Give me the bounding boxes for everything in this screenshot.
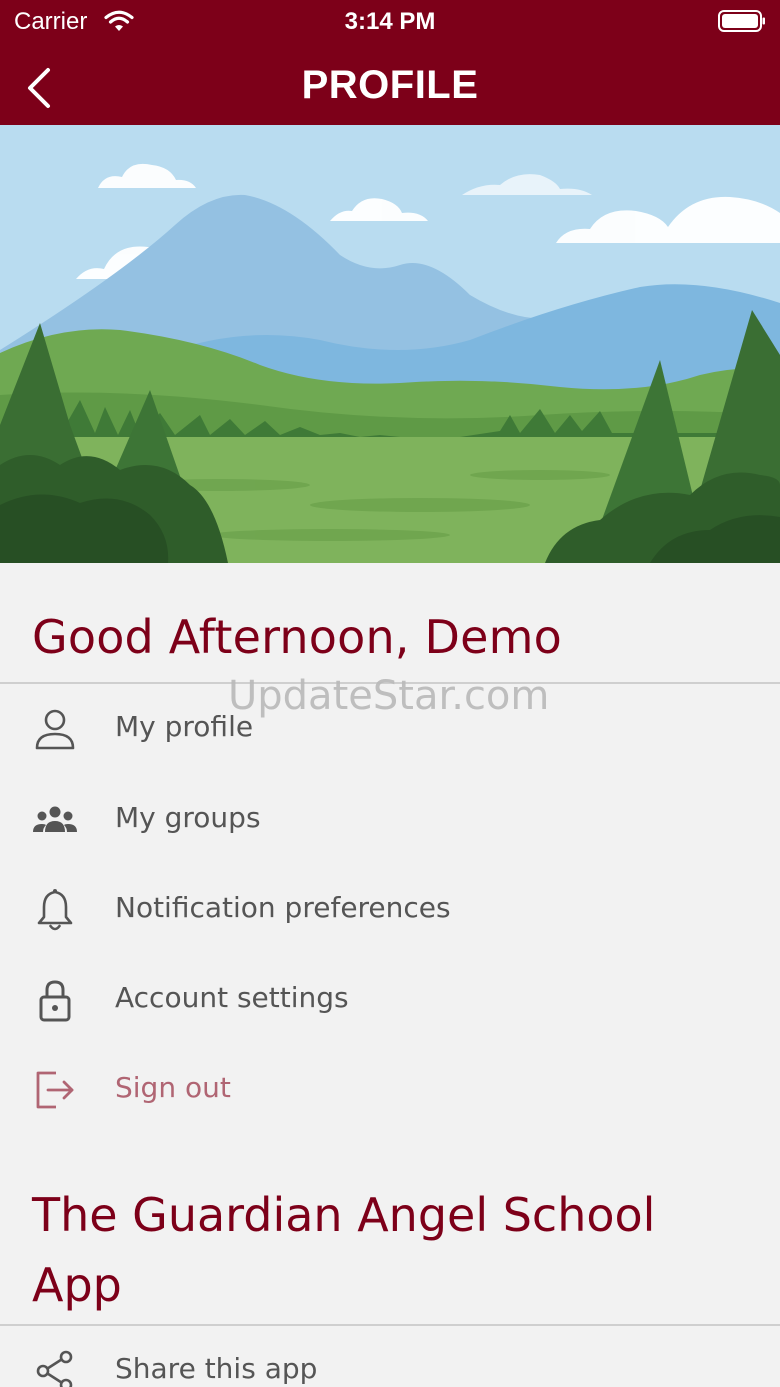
page-title: PROFILE	[301, 63, 479, 107]
menu-item-my-profile[interactable]: My profile	[0, 684, 780, 774]
menu-item-sign-out[interactable]: Sign out	[0, 1045, 780, 1135]
navigation-bar: PROFILE	[0, 44, 780, 125]
greeting-heading: Good Afternoon, Demo	[32, 610, 562, 664]
menu-item-my-groups[interactable]: My groups	[0, 775, 780, 865]
group-icon	[33, 806, 77, 832]
menu-item-account-settings[interactable]: Account settings	[0, 955, 780, 1045]
menu-item-label: Account settings	[115, 981, 349, 1014]
status-bar: Carrier 3:14 PM	[0, 0, 780, 44]
menu-item-share-app[interactable]: Share this app	[0, 1326, 780, 1387]
menu-item-label: Sign out	[115, 1071, 231, 1104]
menu-item-label: My profile	[115, 710, 254, 743]
sign-out-icon	[36, 1071, 74, 1109]
person-icon	[35, 709, 75, 750]
menu-item-notification-preferences[interactable]: Notification preferences	[0, 865, 780, 955]
hero-landscape-image	[0, 125, 780, 563]
menu-item-label: My groups	[115, 801, 261, 834]
share-icon	[36, 1350, 73, 1387]
menu-item-label: Notification preferences	[115, 891, 451, 924]
school-app-heading: The Guardian Angel School App	[32, 1188, 656, 1312]
battery-icon	[718, 10, 765, 32]
clock: 3:14 PM	[344, 8, 436, 35]
bell-icon	[37, 889, 73, 931]
menu-item-label: Share this app	[115, 1352, 318, 1385]
lock-icon	[39, 980, 71, 1022]
